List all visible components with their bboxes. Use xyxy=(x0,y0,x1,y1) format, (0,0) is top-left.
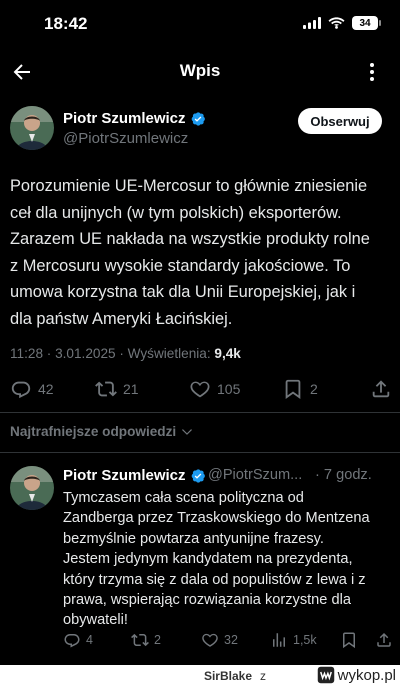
reply-like-count: 32 xyxy=(224,633,238,647)
tweet-text: Porozumienie UE-Mercosur to głównie znie… xyxy=(10,173,394,332)
nav-bar: Wpis xyxy=(0,52,400,92)
wifi-icon xyxy=(328,17,345,29)
reply-button[interactable]: 42 xyxy=(10,378,54,400)
reply-text-line: który trzyma się z dala od populistów z … xyxy=(63,571,366,588)
bookmark-button[interactable]: 2 xyxy=(282,378,318,400)
reply-timestamp: · 7 godz. xyxy=(315,467,372,483)
tweet-author[interactable]: Piotr Szumlewicz xyxy=(63,110,206,127)
chevron-down-icon xyxy=(182,428,193,435)
tweet-timestamp: 11:28 · 3.01.2025 · Wyświetlenia: xyxy=(10,346,215,361)
tweet-text-line: Porozumienie UE-Mercosur to głównie znie… xyxy=(10,177,368,195)
reply-text: Tymczasem cała scena polityczna od Zandb… xyxy=(63,488,389,631)
reply-author[interactable]: Piotr Szumlewicz xyxy=(63,467,206,484)
heart-icon xyxy=(190,381,210,398)
tweet-meta: 11:28 · 3.01.2025 · Wyświetlenia: 9,4k xyxy=(10,346,241,361)
views-count: 9,4k xyxy=(214,346,241,361)
page-title: Wpis xyxy=(179,61,221,80)
wykop-logo: wykop.pl xyxy=(317,666,396,684)
repost-icon xyxy=(95,381,117,397)
reply-repost-button[interactable]: 2 xyxy=(131,631,161,649)
share-icon xyxy=(377,632,391,647)
more-dots-icon xyxy=(370,63,374,81)
battery-indicator: 34 xyxy=(352,16,381,30)
heart-icon xyxy=(202,633,218,647)
wykop-icon xyxy=(317,666,334,684)
tweet-actions: 42 21 105 2 xyxy=(0,376,400,404)
cellular-signal-icon xyxy=(303,17,321,29)
reply-text-line: prawa, wspierając rozwiązania korzystne … xyxy=(63,592,351,609)
reply-text-line: obywateli! xyxy=(63,612,128,629)
sort-label: Najtrafniejsze odpowiedzi xyxy=(10,424,177,439)
reply-actions: 4 2 32 1,5k xyxy=(0,630,400,652)
share-icon xyxy=(372,380,390,398)
reply-avatar[interactable] xyxy=(10,466,54,510)
tweet-text-line: Zarazem UE nakłada na wszystkie produkty… xyxy=(10,230,370,248)
reply-author-name: Piotr Szumlewicz xyxy=(63,467,186,484)
avatar-photo xyxy=(10,466,54,510)
reply-handle[interactable]: @PiotrSzum... xyxy=(208,467,302,483)
reply-like-button[interactable]: 32 xyxy=(201,631,238,649)
divider xyxy=(0,452,400,453)
tweet-text-line: ceł dla unijnych (w tym polskich) ekspor… xyxy=(10,203,342,222)
reply-share-button[interactable] xyxy=(375,631,393,649)
status-icons: 34 xyxy=(303,16,381,30)
share-button[interactable] xyxy=(370,378,392,400)
bookmark-icon xyxy=(285,379,301,399)
repost-button[interactable]: 21 xyxy=(95,378,139,400)
tweet-text-line: z Mercosuru wysokie standardy jakościowe… xyxy=(10,256,351,275)
repost-count: 21 xyxy=(123,381,139,397)
reply-repost-count: 2 xyxy=(154,633,161,647)
repost-icon xyxy=(131,633,149,647)
reply-text-line: Tymczasem cała scena polityczna od xyxy=(63,490,304,506)
like-count: 105 xyxy=(217,381,241,397)
reply-views-button[interactable]: 1,5k xyxy=(270,631,317,649)
divider xyxy=(0,412,400,413)
status-bar: 18:42 34 xyxy=(0,0,400,52)
watermark-user: SirBlake xyxy=(203,669,252,683)
reply-text-line: bezmyślnie powtarza antyunijne frazesy. xyxy=(63,530,324,547)
reply-text-line: Jestem jedynym kandydatem na prezydenta, xyxy=(63,551,353,568)
reply-sort-dropdown[interactable]: Najtrafniejsze odpowiedzi xyxy=(10,424,194,439)
reply-views-count: 1,5k xyxy=(293,633,317,647)
reply-text-line: Zandberga przez Trzaskowskiego do Mentze… xyxy=(63,510,370,527)
reply-count: 42 xyxy=(38,381,54,397)
reply-icon xyxy=(64,634,80,648)
reply-reply-count: 4 xyxy=(86,633,93,647)
like-button[interactable]: 105 xyxy=(189,378,240,400)
reply-icon xyxy=(11,381,31,399)
bookmark-count: 2 xyxy=(310,381,318,397)
watermark-separator: z xyxy=(260,669,266,683)
avatar[interactable] xyxy=(10,106,54,150)
tweet-text-line: umowa korzystna tak dla Unii Europejskie… xyxy=(10,283,356,301)
tweet-text-line: dla państw Ameryki Łacińskiej. xyxy=(10,309,233,328)
views-chart-icon xyxy=(273,633,285,647)
avatar-photo xyxy=(10,106,54,150)
author-name: Piotr Szumlewicz xyxy=(63,110,186,127)
bookmark-icon xyxy=(343,632,355,649)
more-options-button[interactable] xyxy=(360,60,384,84)
author-handle[interactable]: @PiotrSzumlewicz xyxy=(63,130,188,147)
reply-reply-button[interactable]: 4 xyxy=(63,631,93,649)
watermark-site: wykop.pl xyxy=(337,666,396,684)
follow-button[interactable]: Obserwuj xyxy=(298,108,382,134)
verified-badge-icon xyxy=(191,468,205,483)
reply-bookmark-button[interactable] xyxy=(340,631,358,649)
verified-badge-icon xyxy=(191,111,205,126)
watermark-bar: SirBlake z wykop.pl xyxy=(0,665,400,687)
status-time: 18:42 xyxy=(44,14,88,33)
